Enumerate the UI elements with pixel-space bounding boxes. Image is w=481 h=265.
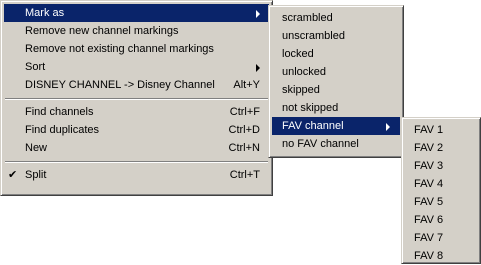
checkmark-icon: ✔ xyxy=(8,169,18,181)
menu-item-sort[interactable]: Sort xyxy=(4,58,269,76)
menu-item-label: skipped xyxy=(282,84,320,96)
menu-item-split[interactable]: ✔ Split Ctrl+T xyxy=(4,166,269,184)
menu-item-label: FAV 8 xyxy=(414,250,444,262)
menu-item-skipped[interactable]: skipped xyxy=(272,81,400,99)
menu-item-fav-6[interactable]: FAV 6 xyxy=(405,211,477,229)
menu-item-fav-7[interactable]: FAV 7 xyxy=(405,229,477,247)
menu-item-locked[interactable]: locked xyxy=(272,45,400,63)
menu-item-shortcut: Ctrl+D xyxy=(228,124,260,136)
menu-item-remove-not-existing-markings[interactable]: Remove not existing channel markings xyxy=(4,40,269,58)
chevron-right-icon xyxy=(256,64,260,72)
menu-item-label: FAV 1 xyxy=(414,124,444,136)
menu-item-label: unlocked xyxy=(282,66,327,78)
menu-item-label: Find channels xyxy=(25,106,94,118)
menu-item-remove-new-markings[interactable]: Remove new channel markings xyxy=(4,22,269,40)
chevron-right-icon xyxy=(386,123,390,131)
menu-separator xyxy=(4,157,269,166)
menu-item-label: FAV 2 xyxy=(414,142,444,154)
menu-item-label: Mark as xyxy=(25,7,65,19)
menu-item-label: Sort xyxy=(25,61,46,73)
menu-item-label: FAV 3 xyxy=(414,160,444,172)
menu-item-label: Remove not existing channel markings xyxy=(25,43,214,55)
menu-item-label: Find duplicates xyxy=(25,124,99,136)
menu-item-label: unscrambled xyxy=(282,30,345,42)
menu-item-label: locked xyxy=(282,48,314,60)
menu-item-shortcut: Ctrl+N xyxy=(228,142,260,154)
mark-as-submenu: scrambled unscrambled locked unlocked sk… xyxy=(268,5,404,158)
menu-item-shortcut: Alt+Y xyxy=(233,79,260,91)
menu-item-scrambled[interactable]: scrambled xyxy=(272,9,400,27)
menu-item-rename-disney[interactable]: DISNEY CHANNEL -> Disney Channel Alt+Y xyxy=(4,76,269,94)
context-menu: Mark as Remove new channel markings Remo… xyxy=(0,0,273,196)
menu-item-label: no FAV channel xyxy=(282,138,359,150)
menu-item-fav-5[interactable]: FAV 5 xyxy=(405,193,477,211)
chevron-right-icon xyxy=(256,10,260,18)
menu-item-find-channels[interactable]: Find channels Ctrl+F xyxy=(4,103,269,121)
menu-item-fav-channel[interactable]: FAV channel xyxy=(272,117,400,135)
menu-item-label: Split xyxy=(25,169,47,181)
menu-item-label: New xyxy=(25,142,48,154)
menu-item-shortcut: Ctrl+F xyxy=(229,106,260,118)
fav-submenu: FAV 1 FAV 2 FAV 3 FAV 4 FAV 5 FAV 6 FAV … xyxy=(401,117,481,264)
menu-item-label: DISNEY CHANNEL -> Disney Channel xyxy=(25,79,215,91)
menu-item-label: scrambled xyxy=(282,12,333,24)
menu-item-label: FAV 5 xyxy=(414,196,444,208)
menu-separator xyxy=(4,94,269,103)
menu-item-label: Remove new channel markings xyxy=(25,25,179,37)
menu-item-fav-2[interactable]: FAV 2 xyxy=(405,139,477,157)
menu-item-not-skipped[interactable]: not skipped xyxy=(272,99,400,117)
menu-item-unscrambled[interactable]: unscrambled xyxy=(272,27,400,45)
menu-item-find-duplicates[interactable]: Find duplicates Ctrl+D xyxy=(4,121,269,139)
menu-item-fav-4[interactable]: FAV 4 xyxy=(405,175,477,193)
menu-item-no-fav-channel[interactable]: no FAV channel xyxy=(272,135,400,153)
menu-item-label: FAV 7 xyxy=(414,232,444,244)
menu-item-label: FAV channel xyxy=(282,120,344,132)
menu-item-new[interactable]: New Ctrl+N xyxy=(4,139,269,157)
menu-item-label: not skipped xyxy=(282,102,339,114)
menu-item-fav-3[interactable]: FAV 3 xyxy=(405,157,477,175)
menu-item-label: FAV 6 xyxy=(414,214,444,226)
menu-item-mark-as[interactable]: Mark as xyxy=(4,4,269,22)
menu-item-fav-8[interactable]: FAV 8 xyxy=(405,247,477,265)
menu-item-fav-1[interactable]: FAV 1 xyxy=(405,121,477,139)
menu-item-label: FAV 4 xyxy=(414,178,444,190)
menu-item-shortcut: Ctrl+T xyxy=(229,169,260,181)
menu-item-unlocked[interactable]: unlocked xyxy=(272,63,400,81)
